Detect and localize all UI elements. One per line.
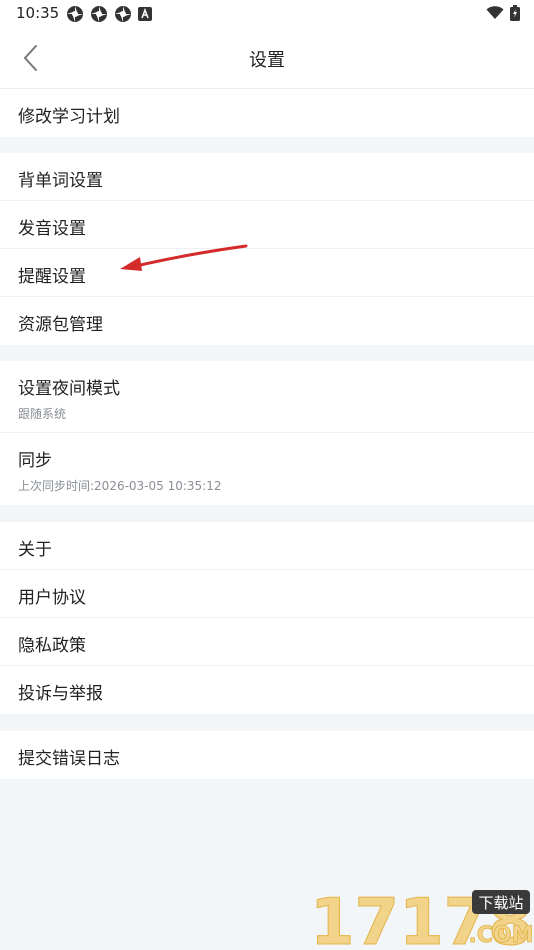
settings-item-user-agreement[interactable]: 用户协议 xyxy=(0,570,534,618)
watermark-badge: 下载站 xyxy=(478,894,523,912)
settings-group-learning: 背单词设置 发音设置 提醒设置 资源包管理 xyxy=(0,153,534,345)
watermark-logo: 17178 下载站 .COM xyxy=(310,886,533,948)
settings-item-label: 资源包管理 xyxy=(18,315,103,335)
settings-item-resource-packs[interactable]: 资源包管理 xyxy=(0,297,534,345)
pinwheel-icon xyxy=(91,6,107,22)
page-title: 设置 xyxy=(249,50,285,71)
pinwheel-icon xyxy=(67,6,83,22)
settings-item-subtext: 上次同步时间:2026-03-05 10:35:12 xyxy=(18,479,222,493)
settings-group-plan: 修改学习计划 xyxy=(0,89,534,137)
wifi-icon xyxy=(486,6,504,19)
settings-item-label: 同步 xyxy=(18,451,52,471)
settings-item-word-settings[interactable]: 背单词设置 xyxy=(0,153,534,201)
settings-group-about: 关于 用户协议 隐私政策 投诉与举报 xyxy=(0,522,534,714)
settings-item-label: 提醒设置 xyxy=(18,267,86,287)
a-icon xyxy=(138,7,152,21)
pinwheel-icon xyxy=(115,6,131,22)
settings-item-sync[interactable]: 同步 上次同步时间:2026-03-05 10:35:12 xyxy=(0,433,534,505)
settings-item-label: 投诉与举报 xyxy=(18,684,103,704)
settings-item-night-mode[interactable]: 设置夜间模式 跟随系统 xyxy=(0,361,534,433)
settings-item-submit-error-log[interactable]: 提交错误日志 xyxy=(0,731,534,779)
app-header: 设置 xyxy=(0,28,534,89)
settings-item-reminder[interactable]: 提醒设置 xyxy=(0,249,534,297)
settings-item-label: 背单词设置 xyxy=(18,171,103,191)
settings-item-label: 隐私政策 xyxy=(18,636,86,656)
settings-group-log: 提交错误日志 xyxy=(0,731,534,779)
status-bar: 10:35 xyxy=(0,0,534,28)
battery-charging-icon xyxy=(510,5,520,21)
settings-item-privacy-policy[interactable]: 隐私政策 xyxy=(0,618,534,666)
settings-item-label: 用户协议 xyxy=(18,588,86,608)
status-right-icons xyxy=(486,5,520,21)
status-time: 10:35 xyxy=(16,4,60,22)
settings-item-about[interactable]: 关于 xyxy=(0,522,534,570)
settings-item-label: 关于 xyxy=(18,540,52,560)
settings-item-label: 修改学习计划 xyxy=(18,107,120,127)
settings-item-study-plan[interactable]: 修改学习计划 xyxy=(0,89,534,137)
settings-item-complaint[interactable]: 投诉与举报 xyxy=(0,666,534,714)
settings-item-label: 设置夜间模式 xyxy=(18,379,120,399)
settings-item-subtext: 跟随系统 xyxy=(18,407,67,421)
settings-item-label: 发音设置 xyxy=(18,219,86,239)
red-arrow-icon xyxy=(120,244,248,271)
settings-group-display-sync: 设置夜间模式 跟随系统 同步 上次同步时间:2026-03-05 10:35:1… xyxy=(0,361,534,505)
settings-item-label: 提交错误日志 xyxy=(18,749,120,769)
notification-icons xyxy=(66,5,152,23)
watermark-domain: .COM xyxy=(468,923,532,948)
settings-item-pronunciation[interactable]: 发音设置 xyxy=(0,201,534,249)
